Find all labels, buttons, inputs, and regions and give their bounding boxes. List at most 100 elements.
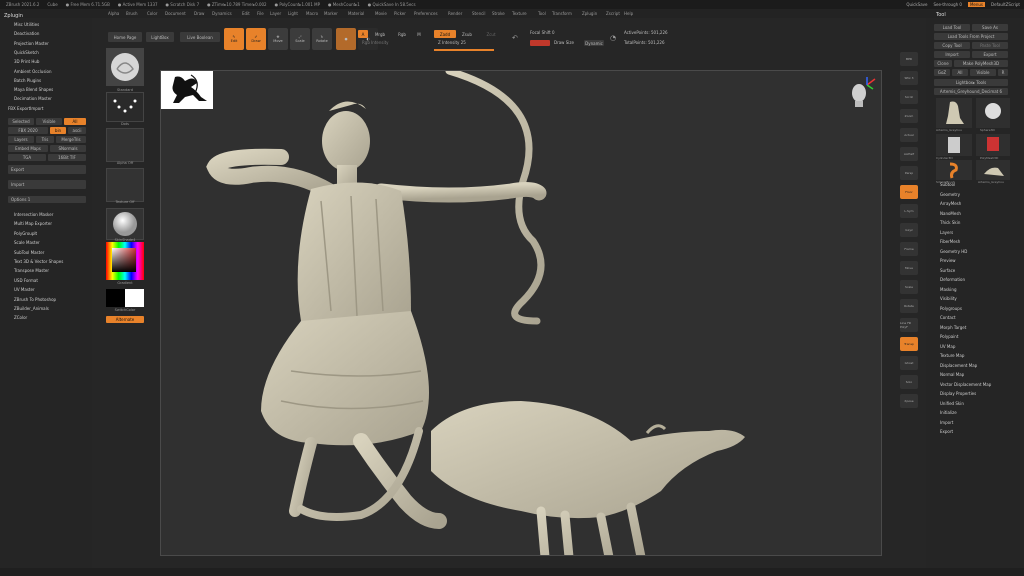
menu-texture[interactable]: Texture (512, 11, 527, 16)
menu-file[interactable]: File (257, 11, 264, 16)
tool-section-normal-map[interactable]: Normal Map (940, 372, 964, 377)
menu-dynamics[interactable]: Dynamics (212, 11, 232, 16)
default-zscript-button[interactable]: DefaultZScript (991, 2, 1020, 7)
zplugin-item[interactable]: Text 3D & Vector Shapes (14, 259, 63, 264)
view-control-transp[interactable]: Transp (900, 337, 918, 351)
view-control-actual[interactable]: Actual (900, 128, 918, 142)
menu-brush[interactable]: Brush (126, 11, 138, 16)
copy-tool-button[interactable]: Copy Tool (934, 42, 970, 49)
zplugin-item[interactable]: ZColor (14, 315, 27, 320)
draw-size-slider[interactable]: Draw Size (554, 40, 574, 45)
fbx-selected-button[interactable]: Selected (8, 118, 34, 125)
tool-section-preview[interactable]: Preview (940, 258, 956, 263)
fbx-bin-button[interactable]: bin (50, 127, 66, 134)
view-control-xpose[interactable]: Xpose (900, 394, 918, 408)
zadd-toggle[interactable]: Zadd (434, 30, 456, 38)
load-tools-from-project-button[interactable]: Load Tools From Project (934, 33, 1008, 40)
make-polymesh3d-button[interactable]: Make PolyMesh3D (954, 60, 1008, 67)
menu-tool[interactable]: Tool (538, 11, 546, 16)
fbx-import-button[interactable]: Import (8, 180, 86, 189)
menu-material[interactable]: Material (348, 11, 364, 16)
lightbox-tools-button[interactable]: Lightbox▸ Tools (934, 79, 1008, 86)
paste-tool-button[interactable]: Paste Tool (972, 42, 1008, 49)
tool-section-texture-map[interactable]: Texture Map (940, 353, 964, 358)
fbx-embed-maps-button[interactable]: Embed Maps (8, 145, 48, 152)
zplugin-item[interactable]: Maya Blend Shapes (14, 87, 53, 92)
tool-section-display-properties[interactable]: Display Properties (940, 391, 976, 396)
tool-thumb-polymesh3d[interactable] (976, 134, 1010, 156)
rgb-toggle[interactable]: Rgb (394, 30, 410, 38)
tool-section-polypaint[interactable]: Polypaint (940, 334, 958, 339)
tool-section-geometry[interactable]: Geometry (940, 192, 960, 197)
draw-size-value[interactable] (530, 40, 550, 46)
draw-button[interactable]: ✐ Draw (246, 28, 266, 50)
zplugin-item[interactable]: Projection Master (14, 41, 49, 46)
focal-shift-slider[interactable]: Focal Shift 0 (530, 30, 555, 35)
fbx-layers-button[interactable]: Layers (8, 136, 34, 143)
view-control-persp[interactable]: Persp (900, 166, 918, 180)
menu-macro[interactable]: Macro (306, 11, 318, 16)
menu-zplugin[interactable]: Zplugin (582, 11, 597, 16)
tool-section-thick-skin[interactable]: Thick Skin (940, 220, 960, 225)
fbx-tga-button[interactable]: TGA (8, 154, 46, 161)
move-button[interactable]: ✥ Move (268, 28, 288, 50)
edit-button[interactable]: ✎ Edit (224, 28, 244, 50)
menu-preferences[interactable]: Preferences (414, 11, 438, 16)
goz-button[interactable]: GoZ (934, 69, 950, 76)
color-square[interactable] (112, 248, 136, 272)
zplugin-item[interactable]: Decimation Master (14, 96, 52, 101)
alternate-button[interactable]: Alternate (106, 316, 144, 323)
menu-stencil[interactable]: Stencil (472, 11, 486, 16)
tool-section-morph-target[interactable]: Morph Target (940, 325, 966, 330)
menus-button[interactable]: Menus (967, 2, 986, 7)
tool-section-arraymesh[interactable]: ArrayMesh (940, 201, 961, 206)
zsub-toggle[interactable]: Zsub (458, 30, 476, 38)
quicksave-button[interactable]: QuickSave (906, 2, 927, 7)
view-control-move[interactable]: Move (900, 261, 918, 275)
fbx-export-button[interactable]: Export (8, 165, 86, 174)
menu-render[interactable]: Render (448, 11, 462, 16)
view-control-rotate[interactable]: Rotate (900, 299, 918, 313)
view-control-aahalf[interactable]: AAHalf (900, 147, 918, 161)
zplugin-item[interactable]: Misc Utilities (14, 22, 39, 27)
rgb-intensity-slider[interactable]: Rgb Intensity (362, 40, 389, 45)
zplugin-item[interactable]: Transpose Master (14, 268, 49, 273)
zplugin-item[interactable]: Multi Map Exporter (14, 221, 52, 226)
fbx-mergetris-button[interactable]: MergeTris (56, 136, 86, 143)
menu-alpha[interactable]: Alpha (108, 11, 119, 16)
fbx-visible-button[interactable]: Visible (36, 118, 62, 125)
zplugin-item[interactable]: QuickSketch (14, 50, 39, 55)
tool-section-nanomesh[interactable]: NanoMesh (940, 211, 961, 216)
zplugin-item[interactable]: Deactivation (14, 31, 39, 36)
mrgb-toggle[interactable]: Mrgb (370, 30, 390, 38)
rotate-button[interactable]: ↻ Rotate (312, 28, 332, 50)
tool-section-masking[interactable]: Masking (940, 287, 957, 292)
zplugin-item[interactable]: FBX ExportImport (8, 106, 43, 111)
tool-thumb-cylinder3d[interactable] (936, 134, 972, 156)
tool-section-layers[interactable]: Layers (940, 230, 953, 235)
menu-stroke[interactable]: Stroke (492, 11, 505, 16)
material-swatch-button[interactable]: ● (336, 28, 356, 50)
menu-transform[interactable]: Transform (552, 11, 572, 16)
tool-section-fibermesh[interactable]: FiberMesh (940, 239, 960, 244)
view-control-solo[interactable]: Solo (900, 375, 918, 389)
tool-section-visibility[interactable]: Visibility (940, 296, 957, 301)
view-control-scale[interactable]: Scale (900, 280, 918, 294)
view-control-bpr[interactable]: BPR (900, 52, 918, 66)
tool-panel-title[interactable]: Tool (936, 12, 946, 18)
zplugin-item[interactable]: ZBrush To Photoshop (14, 297, 56, 302)
tool-section-displacement-map[interactable]: Displacement Map (940, 363, 977, 368)
tool-thumb-artemis-2[interactable] (976, 160, 1010, 180)
zplugin-item[interactable]: USD Format (14, 278, 38, 283)
zplugin-item[interactable]: PolyGroupIt (14, 231, 37, 236)
zplugin-item[interactable]: Ambient Occlusion (14, 69, 52, 74)
dynamic-button[interactable]: Dynamic (584, 40, 604, 46)
tool-section-initialize[interactable]: Initialize (940, 410, 957, 415)
fbx-snormals-button[interactable]: SNormals (50, 145, 86, 152)
canvas-viewport[interactable] (160, 70, 882, 556)
goz-visible-button[interactable]: Visible (970, 69, 996, 76)
fbx-tris-button[interactable]: Tris (36, 136, 54, 143)
tool-section-geometry-hd[interactable]: Geometry HD (940, 249, 967, 254)
tool-section-export[interactable]: Export (940, 429, 953, 434)
menu-light[interactable]: Light (288, 11, 298, 16)
